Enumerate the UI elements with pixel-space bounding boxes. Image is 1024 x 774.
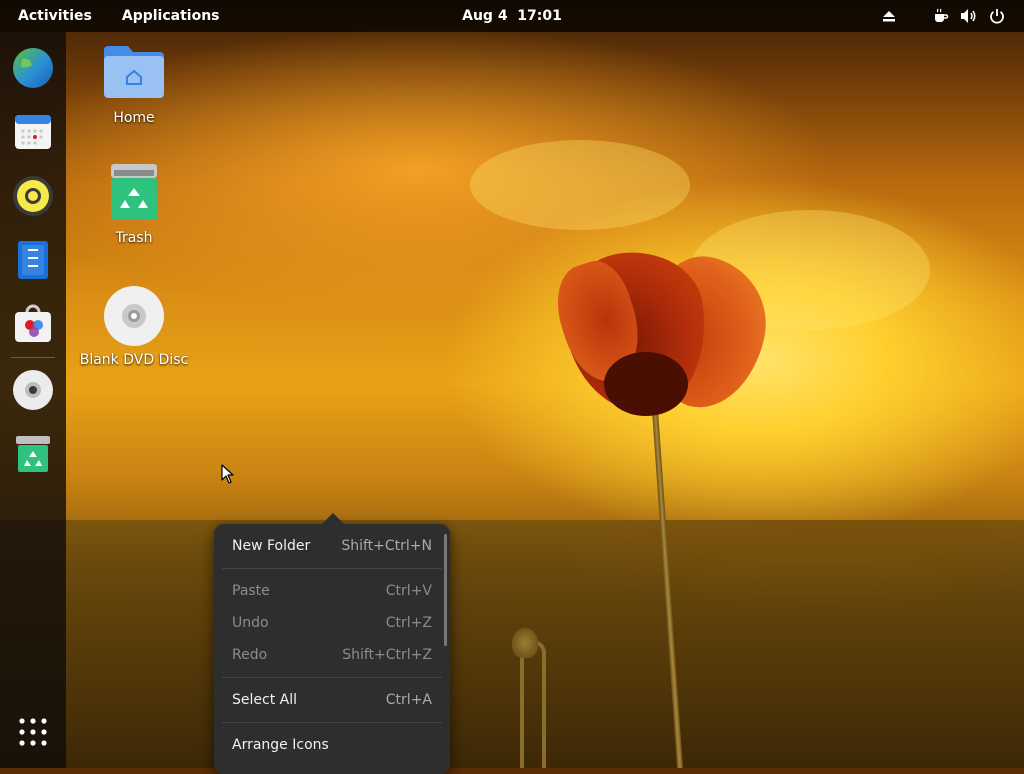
poppy-bud (512, 628, 538, 658)
notes-icon[interactable] (9, 236, 57, 284)
menu-item-label: Redo (232, 647, 268, 663)
menu-item-undo[interactable]: Undo Ctrl+Z (222, 608, 442, 638)
applications-menu-button[interactable]: Applications (107, 0, 235, 32)
trash-icon[interactable] (9, 430, 57, 478)
clock-button[interactable]: Aug 4 17:01 (462, 8, 562, 24)
app-grid-icon[interactable] (9, 708, 57, 756)
menu-item-new-folder[interactable]: New Folder Shift+Ctrl+N (222, 531, 442, 561)
browser-icon[interactable] (9, 44, 57, 92)
activities-button[interactable]: Activities (0, 0, 107, 32)
disc-icon[interactable] (9, 366, 57, 414)
dvd-disc-icon (102, 284, 166, 348)
eject-icon[interactable] (878, 0, 900, 32)
menu-pointer-arrow (322, 513, 344, 524)
system-tray (878, 0, 1008, 32)
coffee-icon[interactable] (930, 0, 952, 32)
menu-item-label: Select All (232, 692, 297, 708)
desktop-icon-trash[interactable]: Trash (74, 162, 194, 246)
bud-stem (520, 640, 546, 768)
poppy-center (604, 352, 688, 416)
trash-icon (102, 162, 166, 226)
menu-item-select-all[interactable]: Select All Ctrl+A (222, 685, 442, 715)
home-folder-icon (102, 42, 166, 106)
top-bar: Activities Applications Aug 4 17:01 (0, 0, 1024, 32)
dock-separator (11, 357, 55, 358)
desktop-icon-home[interactable]: Home (74, 42, 194, 126)
desktop-context-menu: New Folder Shift+Ctrl+N Paste Ctrl+V Und… (214, 513, 450, 774)
menu-item-label: Arrange Icons (232, 737, 329, 753)
menu-item-label: Paste (232, 583, 270, 599)
menu-item-label: Undo (232, 615, 269, 631)
calendar-icon[interactable] (9, 108, 57, 156)
menu-divider (222, 568, 442, 569)
menu-item-shortcut: Shift+Ctrl+N (341, 538, 432, 554)
desktop-icon-label: Trash (115, 230, 153, 246)
mouse-pointer-icon (221, 464, 235, 488)
menu-item-shortcut: Ctrl+Z (385, 615, 432, 631)
music-player-icon[interactable] (9, 172, 57, 220)
dock (0, 32, 66, 768)
volume-icon[interactable] (958, 0, 980, 32)
menu-item-redo[interactable]: Redo Shift+Ctrl+Z (222, 640, 442, 670)
menu-item-shortcut: Ctrl+V (385, 583, 432, 599)
menu-divider (222, 722, 442, 723)
menu-item-shortcut: Ctrl+A (385, 692, 432, 708)
software-store-icon[interactable] (9, 300, 57, 348)
menu-item-shortcut: Shift+Ctrl+Z (342, 647, 432, 663)
menu-divider (222, 677, 442, 678)
menu-item-arrange-icons[interactable]: Arrange Icons (222, 730, 442, 760)
power-icon[interactable] (986, 0, 1008, 32)
desktop-icon-label: Blank DVD Disc (79, 352, 189, 368)
desktop-icon-label: Home (113, 110, 155, 126)
desktop-icon-dvd[interactable]: Blank DVD Disc (74, 284, 194, 368)
menu-scrollbar[interactable] (444, 534, 447, 646)
menu-item-paste[interactable]: Paste Ctrl+V (222, 576, 442, 606)
wallpaper-cloud-glow (470, 140, 690, 230)
menu-item-label: New Folder (232, 538, 311, 554)
